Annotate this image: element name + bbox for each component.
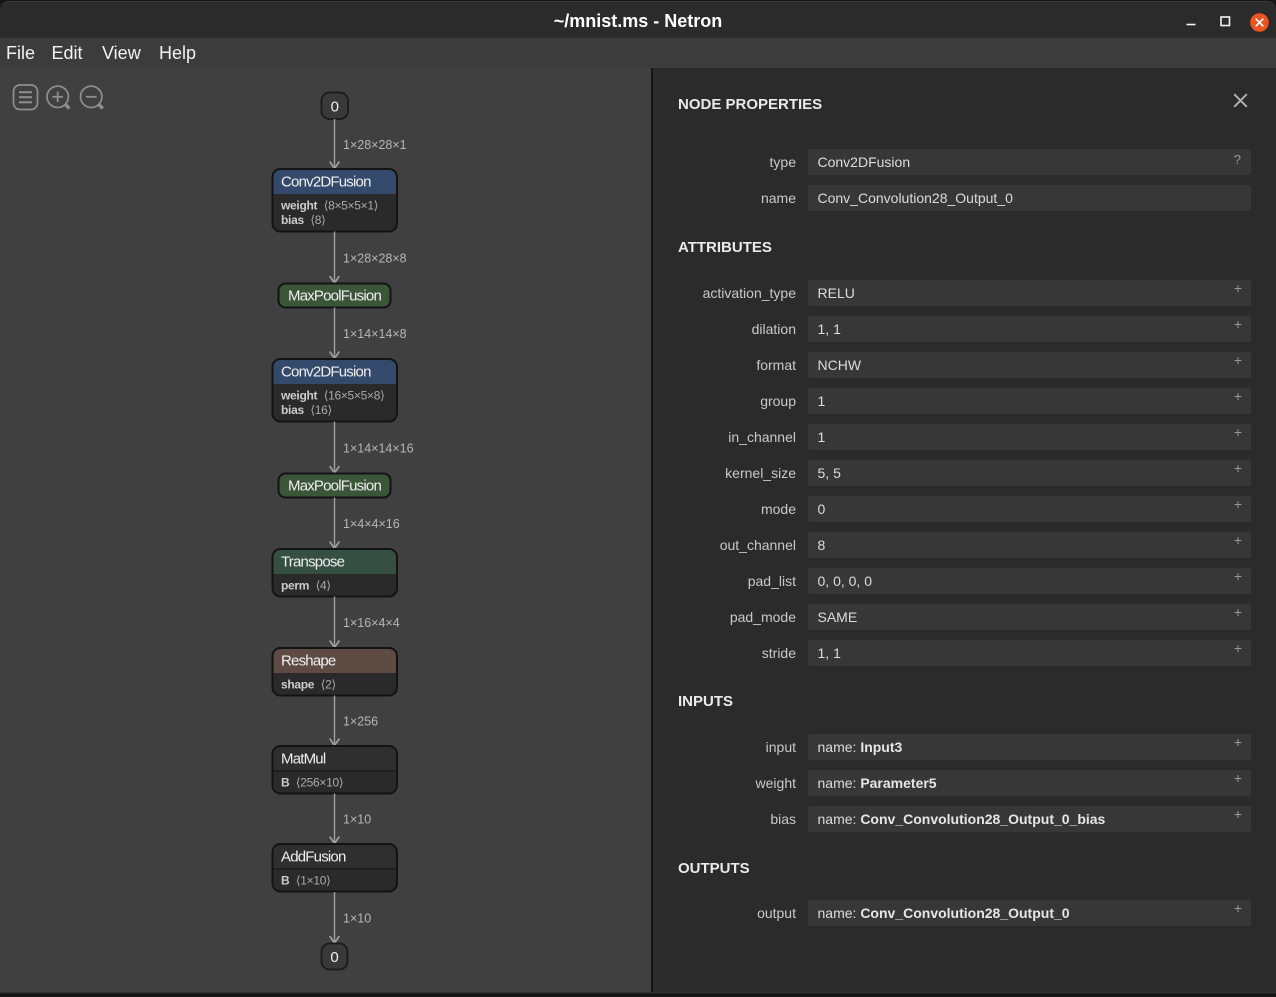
svg-text:AddFusion: AddFusion (281, 849, 346, 866)
svg-text:perm⟨4⟩: perm⟨4⟩ (281, 579, 331, 593)
svg-text:weight⟨8×5×5×1⟩: weight⟨8×5×5×1⟩ (280, 199, 378, 213)
svg-text:B⟨1×10⟩: B⟨1×10⟩ (281, 874, 330, 888)
svg-text:1×10: 1×10 (343, 912, 371, 926)
svg-text:1×14×14×8: 1×14×14×8 (343, 327, 407, 341)
svg-text:1×4×4×16: 1×4×4×16 (343, 517, 400, 531)
svg-text:Reshape: Reshape (281, 653, 336, 670)
svg-text:MaxPoolFusion: MaxPoolFusion (288, 288, 381, 305)
svg-text:shape⟨2⟩: shape⟨2⟩ (281, 678, 336, 692)
svg-text:1×16×4×4: 1×16×4×4 (343, 616, 400, 630)
svg-text:1×28×28×1: 1×28×28×1 (343, 138, 407, 152)
svg-text:1×10: 1×10 (343, 813, 371, 827)
svg-text:0: 0 (331, 98, 339, 115)
svg-text:0: 0 (330, 949, 338, 966)
svg-text:Conv2DFusion: Conv2DFusion (281, 364, 371, 381)
svg-text:Transpose: Transpose (281, 554, 345, 571)
svg-text:Conv2DFusion: Conv2DFusion (281, 174, 371, 191)
svg-text:1×256: 1×256 (343, 715, 378, 729)
svg-text:1×14×14×16: 1×14×14×16 (343, 441, 414, 455)
svg-text:bias⟨8⟩: bias⟨8⟩ (281, 213, 325, 227)
svg-text:MaxPoolFusion: MaxPoolFusion (288, 478, 381, 495)
svg-text:weight⟨16×5×5×8⟩: weight⟨16×5×5×8⟩ (280, 389, 384, 403)
svg-text:MatMul: MatMul (281, 751, 326, 768)
svg-text:1×28×28×8: 1×28×28×8 (343, 251, 407, 265)
